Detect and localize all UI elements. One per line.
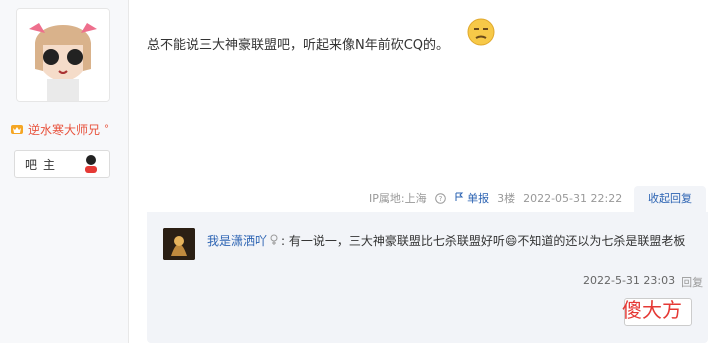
post-datetime: 2022-05-31 22:22 bbox=[523, 191, 623, 205]
watermark: 傻大方 bbox=[622, 298, 682, 322]
report-icon bbox=[455, 192, 463, 201]
help-icon[interactable]: ? bbox=[434, 192, 446, 204]
username[interactable]: 逆水寒大师兄 bbox=[28, 121, 100, 138]
reply-username[interactable]: 我是潇洒吖 bbox=[207, 234, 267, 248]
ip-location: IP属地:上海 bbox=[369, 192, 427, 205]
avatar-image bbox=[17, 9, 109, 101]
user-role-tag: 吧主 bbox=[14, 150, 110, 178]
collapse-reply-button[interactable]: 收起回复 bbox=[634, 186, 706, 212]
role-person-icon bbox=[85, 155, 97, 173]
avatar[interactable] bbox=[16, 8, 110, 102]
floor-number: 3楼 bbox=[497, 192, 516, 205]
post-content: 总不能说三大神豪联盟吧，听起来像N年前砍CQ的。 IP属地:上海 ? 单报 3楼… bbox=[129, 0, 718, 343]
vip-crown-icon bbox=[11, 125, 23, 134]
report-link[interactable]: 单报 bbox=[454, 190, 489, 206]
post-text: 总不能说三大神豪联盟吧，听起来像N年前砍CQ的。 bbox=[147, 38, 450, 53]
username-badge: ° bbox=[104, 123, 110, 135]
reply-meta: 2022-5-31 23:03 回复 bbox=[583, 274, 703, 290]
reply-avatar-image bbox=[163, 228, 195, 260]
reply-avatar[interactable] bbox=[163, 228, 195, 260]
reply-datetime: 2022-5-31 23:03 bbox=[583, 274, 676, 287]
annoyed-emoji-icon bbox=[467, 18, 495, 46]
svg-text:?: ? bbox=[438, 195, 442, 203]
gender-female-icon bbox=[270, 234, 278, 245]
reply-button[interactable]: 回复 bbox=[681, 274, 703, 290]
report-label[interactable]: 单报 bbox=[467, 192, 489, 205]
post-meta: IP属地:上海 ? 单报 3楼 2022-05-31 22:22 bbox=[369, 190, 622, 206]
reply-content: 我是潇洒吖: 有一说一，三大神豪联盟比七杀联盟好听😄不知道的还以为七杀是联盟老板 bbox=[207, 234, 686, 248]
reply-text: 有一说一，三大神豪联盟比七杀联盟好听😄不知道的还以为七杀是联盟老板 bbox=[288, 234, 686, 248]
username-row[interactable]: 逆水寒大师兄 ° bbox=[10, 120, 122, 138]
left-column: 逆水寒大师兄 ° 吧主 bbox=[0, 0, 129, 343]
user-role-label: 吧主 bbox=[25, 157, 62, 172]
